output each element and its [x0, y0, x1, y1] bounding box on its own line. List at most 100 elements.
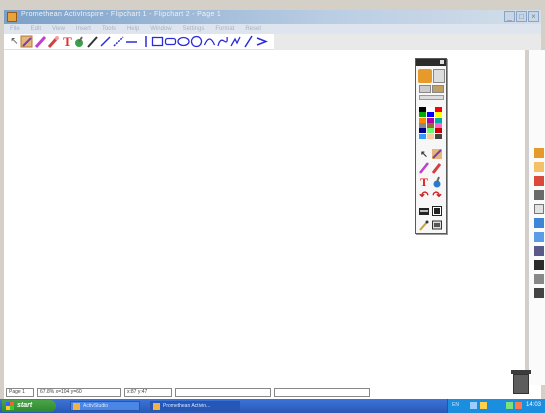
palette-doc-icon[interactable] — [419, 85, 431, 93]
title-bar: Promethean ActivInspire - Flipchart 1 - … — [4, 10, 541, 24]
palette-logo-icon[interactable] — [418, 69, 432, 83]
tray-volume-icon[interactable] — [480, 402, 487, 409]
palette-slider[interactable] — [419, 95, 444, 100]
color-swatch[interactable] — [435, 117, 442, 123]
tray-page-icon[interactable] — [534, 204, 544, 214]
app-window: Promethean ActivInspire - Flipchart 1 - … — [0, 0, 545, 413]
palette-pin-icon[interactable] — [440, 60, 444, 64]
color-swatch[interactable] — [435, 107, 442, 112]
minimize-button[interactable]: _ — [504, 11, 515, 22]
menu-view[interactable]: View — [52, 24, 65, 34]
color-swatch[interactable] — [427, 107, 434, 112]
start-button[interactable]: start — [2, 400, 56, 412]
maximize-button[interactable]: □ — [516, 11, 527, 22]
palette-fill-icon[interactable] — [432, 176, 442, 188]
trash-body — [513, 374, 529, 394]
start-label: start — [17, 402, 33, 409]
menu-settings[interactable]: Settings — [183, 24, 205, 34]
tray-notes-icon[interactable] — [534, 246, 544, 256]
windows-logo-icon — [6, 402, 14, 410]
menu-reset[interactable]: Reset — [245, 24, 261, 34]
status-page: Page 1 — [6, 388, 34, 397]
freehand-icon[interactable] — [229, 35, 242, 48]
color-swatch[interactable] — [419, 112, 426, 118]
palette-titlebar[interactable] — [416, 59, 446, 66]
rounded-rectangle-icon[interactable] — [164, 35, 177, 48]
menu-format[interactable]: Format — [215, 24, 234, 34]
tray-camera-icon[interactable] — [534, 190, 544, 200]
palette-resource-icon[interactable] — [432, 219, 442, 231]
color-swatch[interactable] — [427, 117, 434, 123]
color-swatch[interactable] — [419, 122, 426, 128]
color-swatch[interactable] — [435, 112, 442, 118]
language-indicator[interactable]: EN — [452, 402, 459, 408]
line-tool-icon[interactable] — [99, 35, 112, 48]
color-swatch[interactable] — [435, 133, 442, 139]
tray-update-icon[interactable] — [515, 402, 522, 409]
menu-tools[interactable]: Tools — [102, 24, 116, 34]
status-bar: Page 1 67.8% x=104 y=60 x:87 y:47 — [4, 385, 541, 399]
toolbar-empty-strip — [274, 34, 541, 50]
color-swatch[interactable] — [427, 122, 434, 128]
palette-undo-icon[interactable]: ↶ — [419, 190, 429, 202]
arc-icon[interactable] — [203, 35, 216, 48]
color-swatch[interactable] — [419, 117, 426, 123]
status-field-5 — [274, 388, 370, 397]
palette-eraser-icon[interactable] — [431, 162, 442, 174]
horizontal-line-icon[interactable] — [125, 35, 138, 48]
tray-browser-icon[interactable] — [534, 218, 544, 228]
menu-help[interactable]: Help — [127, 24, 139, 34]
tray-tool3-icon[interactable] — [534, 274, 544, 284]
pen-tool-icon[interactable] — [20, 35, 33, 48]
tray-tool4-icon[interactable] — [534, 288, 544, 298]
color-swatch[interactable] — [419, 128, 426, 134]
slash-line-icon[interactable] — [242, 35, 255, 48]
fill-tool-icon[interactable] — [73, 35, 86, 48]
status-position: x:87 y:47 — [124, 388, 172, 397]
trash-can-icon[interactable] — [511, 369, 531, 395]
status-field-4 — [175, 388, 271, 397]
palette-page-icon[interactable] — [433, 69, 445, 83]
menu-insert[interactable]: Insert — [76, 24, 91, 34]
marker-icon[interactable] — [86, 35, 99, 48]
palette-text-icon[interactable]: T — [419, 176, 429, 188]
palette-folder-icon[interactable] — [432, 85, 444, 93]
menu-window[interactable]: Window — [150, 24, 171, 34]
activinspire-icon — [153, 403, 160, 410]
rectangle-icon[interactable] — [151, 35, 164, 48]
taskbar-item-activstudio[interactable]: ActivStudio — [70, 401, 140, 411]
close-button[interactable]: × — [528, 11, 539, 22]
color-swatch[interactable] — [419, 133, 426, 139]
palette-wand-icon[interactable] — [419, 219, 429, 231]
color-swatch[interactable] — [435, 122, 442, 128]
activstudio-icon — [73, 403, 80, 410]
palette-highlighter-icon[interactable] — [419, 162, 429, 174]
color-swatch[interactable] — [427, 133, 434, 139]
curve-icon[interactable] — [216, 35, 229, 48]
tray-network-icon[interactable] — [470, 402, 477, 409]
tray-resource-icon[interactable] — [534, 232, 544, 242]
ellipse-icon[interactable] — [177, 35, 190, 48]
color-swatch[interactable] — [427, 128, 434, 134]
palette-camera-icon[interactable] — [419, 205, 429, 217]
arrow-icon[interactable] — [255, 35, 269, 48]
color-swatch[interactable] — [435, 128, 442, 134]
eraser-icon[interactable] — [47, 35, 60, 48]
dash-line-icon[interactable] — [112, 35, 125, 48]
color-swatch[interactable] — [427, 112, 434, 118]
taskbar-item-activinspire[interactable]: Promethean Activin... — [150, 401, 240, 411]
tray-tool2-icon[interactable] — [534, 260, 544, 270]
palette-pen-icon[interactable] — [432, 148, 442, 160]
tray-undo-icon[interactable] — [534, 176, 544, 186]
tray-security-icon[interactable] — [506, 402, 513, 409]
circle-icon[interactable] — [190, 35, 203, 48]
palette-page-view-icon[interactable] — [432, 205, 442, 217]
highlighter-icon[interactable] — [34, 35, 47, 49]
palette-redo-icon[interactable]: ↷ — [432, 190, 442, 202]
menu-edit[interactable]: Edit — [31, 24, 41, 34]
palette-select-icon[interactable]: ↖ — [419, 148, 429, 160]
menu-file[interactable]: File — [10, 24, 20, 34]
color-swatch[interactable] — [419, 107, 426, 112]
tray-tool-icon[interactable] — [534, 148, 544, 158]
tray-pen-icon[interactable] — [534, 162, 544, 172]
